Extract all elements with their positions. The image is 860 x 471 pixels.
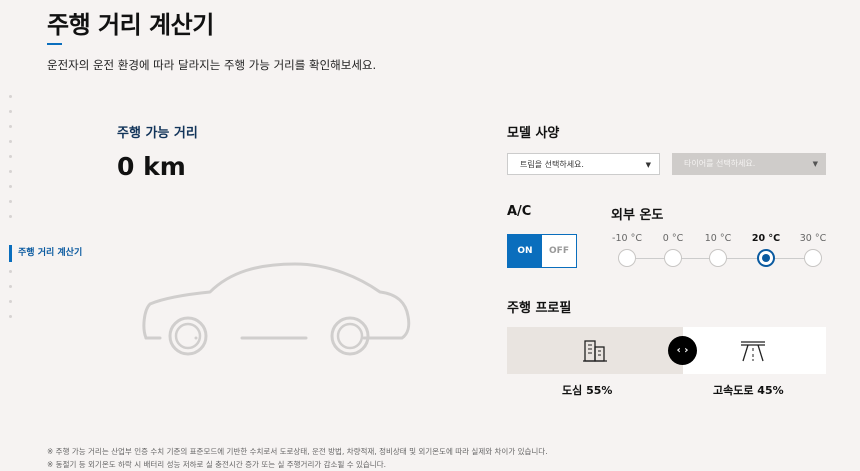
caret-down-icon: ▼ — [645, 161, 651, 169]
temp-option-label: 10 °C — [704, 233, 732, 244]
temp-option-label: 30 °C — [799, 233, 827, 244]
outside-temp-label: 외부 온도 — [611, 208, 664, 223]
temp-option-label: 20 °C — [751, 233, 781, 244]
nav-dot[interactable] — [9, 270, 12, 273]
nav-dot[interactable] — [9, 300, 12, 303]
nav-dot[interactable] — [9, 125, 12, 128]
page-subtitle: 운전자의 운전 환경에 따라 달라지는 주행 가능 거리를 확인해보세요. — [47, 58, 377, 72]
nav-dot[interactable] — [9, 95, 12, 98]
page-title: 주행 거리 계산기 — [47, 11, 214, 39]
nav-dot[interactable] — [9, 155, 12, 158]
temp-radio[interactable] — [618, 249, 636, 267]
city-percent-label: 도심 55% — [562, 384, 613, 397]
driving-profile-label: 주행 프로필 — [507, 301, 572, 316]
ac-on-button[interactable]: ON — [508, 235, 542, 267]
ac-off-button[interactable]: OFF — [542, 235, 576, 267]
temp-option-30[interactable]: 30 °C — [791, 233, 835, 267]
temp-option-0[interactable]: 0 °C — [651, 233, 695, 267]
profile-slider-handle[interactable]: ‹ › — [668, 336, 697, 365]
highway-percent-label: 고속도로 45% — [713, 384, 784, 397]
nav-dot[interactable] — [9, 110, 12, 113]
trim-select[interactable]: 트림을 선택하세요. ▼ — [507, 153, 660, 175]
temp-radio[interactable] — [664, 249, 682, 267]
city-segment — [507, 327, 683, 374]
caret-down-icon: ▼ — [812, 160, 818, 168]
footnote-1: ※ 주행 가능 거리는 산업부 인증 수치 기준의 표준모드에 기반한 수치로서… — [47, 447, 548, 456]
nav-dot[interactable] — [9, 185, 12, 188]
temp-option-minus10[interactable]: -10 °C — [605, 233, 649, 267]
highway-road-icon — [741, 341, 765, 362]
nav-dot[interactable] — [9, 285, 12, 288]
tire-select-placeholder: 타이어를 선택하세요. — [684, 159, 756, 168]
range-value: 0 km — [117, 152, 186, 181]
temp-radio-selected[interactable] — [757, 249, 775, 267]
ac-label: A/C — [507, 204, 532, 219]
temp-option-label: -10 °C — [612, 233, 642, 244]
driving-profile-slider[interactable] — [507, 327, 826, 374]
nav-dot[interactable] — [9, 215, 12, 218]
highway-segment — [683, 327, 826, 374]
title-underline — [47, 43, 62, 45]
range-label: 주행 가능 거리 — [117, 126, 198, 141]
nav-dot[interactable] — [9, 200, 12, 203]
nav-dot[interactable] — [9, 315, 12, 318]
nav-dot[interactable] — [9, 170, 12, 173]
temp-option-10[interactable]: 10 °C — [696, 233, 740, 267]
temp-radio[interactable] — [804, 249, 822, 267]
model-spec-label: 모델 사양 — [507, 126, 560, 141]
side-nav-dots-bottom — [9, 270, 12, 330]
temp-option-label: 0 °C — [662, 233, 684, 244]
nav-dot[interactable] — [9, 140, 12, 143]
tire-select[interactable]: 타이어를 선택하세요. ▼ — [672, 153, 826, 175]
car-outline-icon — [142, 262, 411, 356]
side-nav-dots-top — [9, 95, 13, 230]
footnote-2: ※ 동절기 등 외기온도 하락 시 배터리 성능 저하로 실 충전시간 증가 또… — [47, 460, 386, 469]
temp-radio[interactable] — [709, 249, 727, 267]
trim-select-placeholder: 트림을 선택하세요. — [520, 160, 584, 169]
city-building-icon — [583, 340, 607, 362]
temp-option-20[interactable]: 20 °C — [744, 233, 788, 267]
side-nav-active-item[interactable]: 주행 거리 계산기 — [9, 245, 82, 262]
ac-toggle: ON OFF — [507, 234, 577, 268]
